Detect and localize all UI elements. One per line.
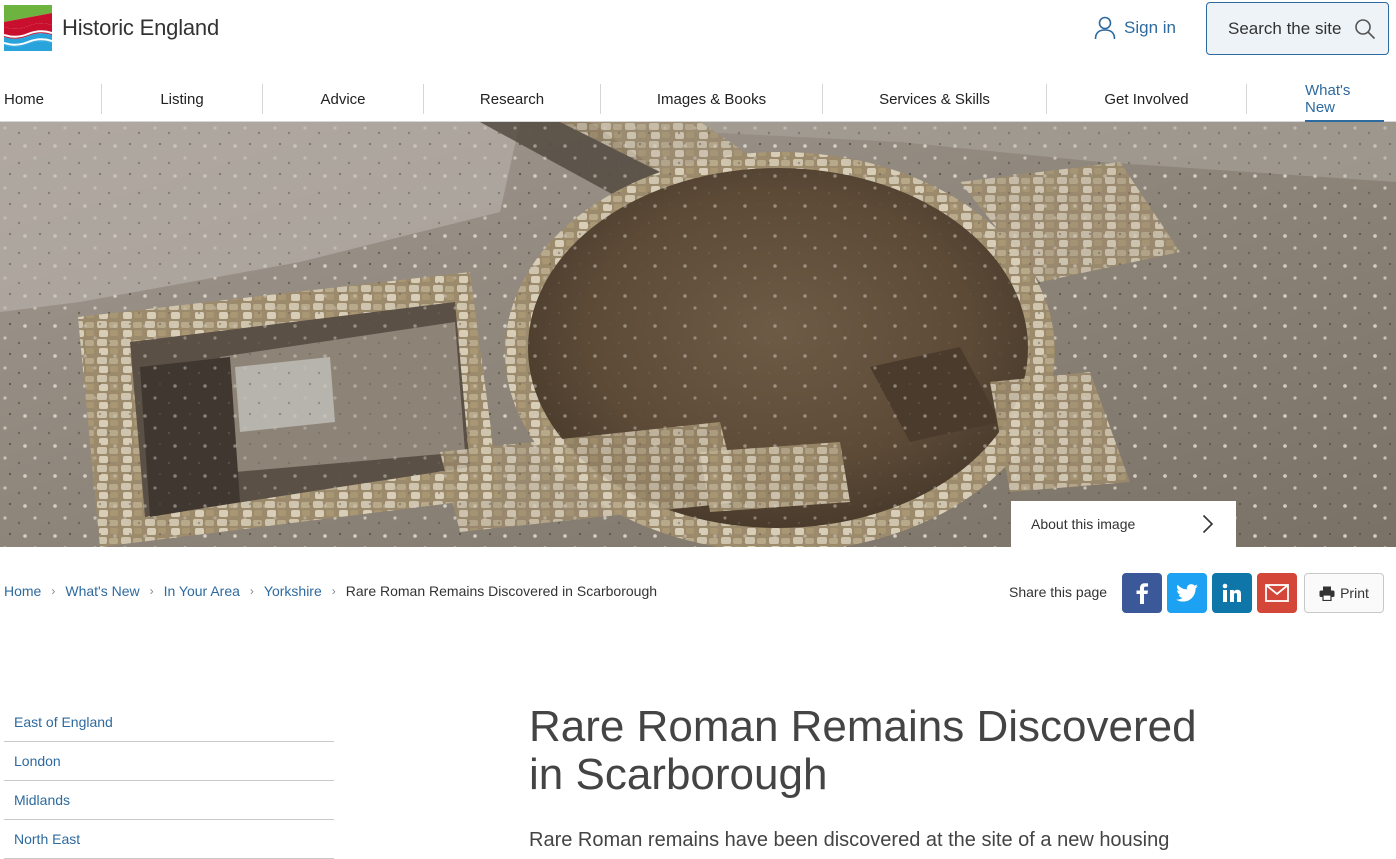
share-label: Share this page <box>1009 584 1108 600</box>
twitter-icon <box>1176 584 1198 602</box>
search-button[interactable]: Search the site <box>1206 2 1389 55</box>
sidebar-item-midlands[interactable]: Midlands <box>4 781 334 820</box>
share-email-button[interactable] <box>1257 573 1297 613</box>
article-lede: Rare Roman remains have been discovered … <box>529 829 1170 851</box>
chevron-right-icon: › <box>149 584 154 598</box>
hero-image: About this image <box>0 122 1396 547</box>
page-title: Rare Roman Remains Discovered in Scarbor… <box>529 702 1197 799</box>
printer-icon <box>1319 586 1335 601</box>
nav-item-get-involved[interactable]: Get Involved <box>1047 76 1246 122</box>
email-icon <box>1265 584 1289 602</box>
share-linkedin-button[interactable] <box>1212 573 1252 613</box>
breadcrumb-home[interactable]: Home <box>4 583 41 599</box>
sign-in-link[interactable]: Sign in <box>1094 16 1176 40</box>
sign-in-label: Sign in <box>1124 18 1176 37</box>
chevron-right-icon: › <box>51 584 56 598</box>
share-twitter-button[interactable] <box>1167 573 1207 613</box>
about-this-image-button[interactable]: About this image <box>1011 501 1236 547</box>
facebook-icon <box>1136 583 1148 604</box>
site-header: Historic England Sign in Search the site <box>0 0 1396 70</box>
nav-item-listing[interactable]: Listing <box>102 76 262 122</box>
nav-item-research[interactable]: Research <box>424 76 600 122</box>
nav-divider <box>1246 84 1247 114</box>
main-navigation: Home Listing Advice Research Images & Bo… <box>0 76 1396 123</box>
historic-england-logo-icon <box>4 5 52 51</box>
nav-item-services-skills[interactable]: Services & Skills <box>823 76 1046 122</box>
about-this-image-label: About this image <box>1031 516 1136 532</box>
sidebar-item-east-of-england[interactable]: East of England <box>4 703 334 742</box>
breadcrumb-in-your-area[interactable]: In Your Area <box>164 583 240 599</box>
nav-item-whats-new[interactable]: What's New <box>1305 76 1384 123</box>
share-facebook-button[interactable] <box>1122 573 1162 613</box>
nav-item-advice[interactable]: Advice <box>263 76 423 122</box>
chevron-right-icon <box>1202 514 1214 534</box>
print-button[interactable]: Print <box>1304 573 1384 613</box>
user-icon <box>1094 16 1116 40</box>
roman-remains-aerial-photo <box>0 122 1396 547</box>
sidebar-item-london[interactable]: London <box>4 742 334 781</box>
nav-item-home[interactable]: Home <box>4 76 44 122</box>
site-name: Historic England <box>62 15 219 40</box>
search-label: Search the site <box>1228 18 1342 38</box>
nav-item-images-books[interactable]: Images & Books <box>601 76 822 122</box>
search-icon <box>1355 19 1376 40</box>
linkedin-icon <box>1222 583 1241 602</box>
sidebar-item-north-east[interactable]: North East <box>4 820 334 859</box>
chevron-right-icon: › <box>249 584 254 598</box>
breadcrumb: Home › What's New › In Your Area › Yorks… <box>4 583 657 599</box>
site-logo[interactable]: Historic England <box>4 5 219 51</box>
region-sidebar: East of England London Midlands North Ea… <box>4 703 334 859</box>
print-label: Print <box>1340 585 1369 601</box>
breadcrumb-yorkshire[interactable]: Yorkshire <box>264 583 322 599</box>
chevron-right-icon: › <box>331 584 336 598</box>
breadcrumb-whats-new[interactable]: What's New <box>65 583 139 599</box>
breadcrumb-current: Rare Roman Remains Discovered in Scarbor… <box>345 583 658 599</box>
